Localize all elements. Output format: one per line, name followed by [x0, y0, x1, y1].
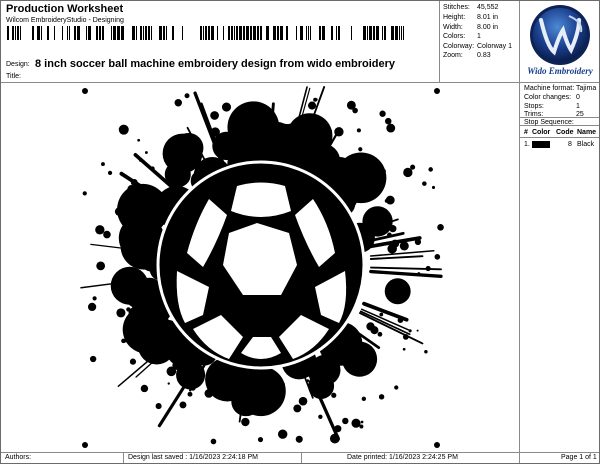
- title-label: Title:: [6, 73, 21, 80]
- production-worksheet: Production Worksheet Wilcom EmbroiderySt…: [0, 0, 600, 464]
- stat-colors: Colors: 1: [443, 33, 481, 40]
- stat-height: Height: 8.01 in: [443, 14, 499, 21]
- software-name: Wilcom EmbroideryStudio - Designing: [6, 17, 124, 24]
- soccer-ball-design-preview: [80, 86, 444, 448]
- stat-width: Width: 8.00 in: [443, 24, 499, 31]
- logo-brand-text: Wido Embroidery: [527, 66, 593, 76]
- footer-last-saved: Design last saved : 1/16/2023 2:24:18 PM: [128, 454, 258, 461]
- footer-col-3: [519, 453, 520, 463]
- page-title: Production Worksheet: [6, 3, 124, 15]
- barcode: [7, 26, 404, 40]
- wido-embroidery-logo: Wido Embroidery: [527, 5, 594, 76]
- design-name: 8 inch soccer ball machine embroidery de…: [35, 58, 396, 70]
- footer-col-1: [123, 453, 124, 463]
- stats-divider: [439, 1, 440, 83]
- footer-col-2: [301, 453, 302, 463]
- stat-stitches: Stitches: 45,552: [443, 4, 499, 11]
- machine-trims: Trims: 25: [524, 111, 584, 118]
- design-label: Design:: [6, 61, 30, 68]
- footer-page-number: Page 1 of 1: [561, 454, 597, 461]
- footer-date-printed: Date printed: 1/16/2023 2:24:25 PM: [347, 454, 458, 461]
- side-panel-divider: [519, 1, 520, 453]
- machine-format: Machine format: Tajima: [524, 85, 597, 92]
- machine-color-changes: Color changes: 0: [524, 94, 580, 101]
- stat-colorway: Colorway: Colorway 1: [443, 43, 513, 50]
- footer-authors: Authors:: [5, 454, 32, 461]
- stat-zoom: Zoom: 0.83: [443, 52, 491, 59]
- color-swatch: [532, 141, 550, 148]
- stop-header-divider: [519, 137, 599, 138]
- stop-sequence-title: Stop Sequence:: [524, 119, 574, 126]
- machine-stops: Stops: 1: [524, 103, 580, 110]
